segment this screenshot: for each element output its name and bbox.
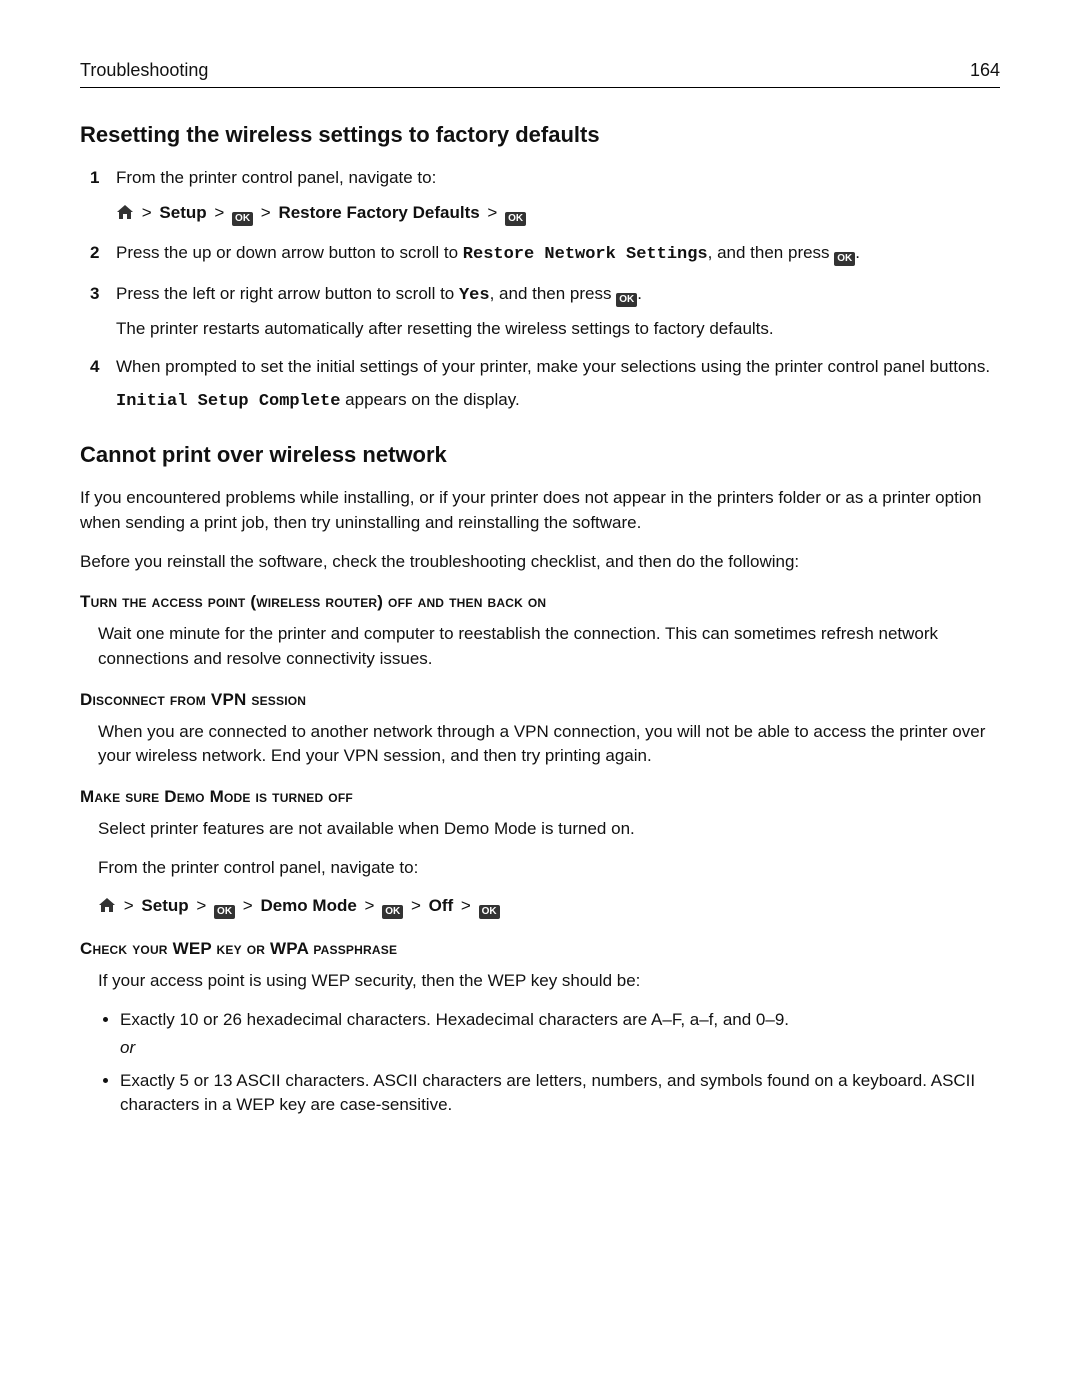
- section-heading-cannot-print: Cannot print over wireless network: [80, 442, 1000, 468]
- ok-icon: OK: [214, 905, 235, 919]
- step-4-code: Initial Setup Complete: [116, 392, 340, 411]
- ok-icon: OK: [616, 293, 637, 307]
- wep-bullet-1: Exactly 10 or 26 hexadecimal characters.…: [120, 1008, 1000, 1061]
- separator-gt: >: [458, 896, 474, 915]
- step-3b: , and then press: [490, 284, 617, 303]
- sub-heading-demo-mode: Make sure Demo Mode is turned off: [80, 787, 1000, 807]
- wep-bullet-1-text: Exactly 10 or 26 hexadecimal characters.…: [120, 1010, 789, 1029]
- home-icon: [98, 896, 116, 921]
- separator-gt: >: [362, 896, 378, 915]
- step-2b: , and then press: [708, 243, 835, 262]
- step-2a: Press the up or down arrow button to scr…: [116, 243, 463, 262]
- nav-path-2: > Setup > OK > Demo Mode > OK > Off > OK: [80, 894, 1000, 921]
- section-heading-reset: Resetting the wireless settings to facto…: [80, 122, 1000, 148]
- sec2-p1: If you encountered problems while instal…: [80, 486, 1000, 535]
- separator-gt: >: [484, 203, 500, 222]
- nav-restore: Restore Factory Defaults: [278, 203, 479, 222]
- sub-heading-wep: Check your WEP key or WPA passphrase: [80, 939, 1000, 959]
- step-3a: Press the left or right arrow button to …: [116, 284, 459, 303]
- ok-icon: OK: [505, 212, 526, 226]
- nav-setup: Setup: [141, 896, 188, 915]
- wep-or: or: [120, 1036, 1000, 1061]
- sub1-body: Wait one minute for the printer and comp…: [80, 622, 1000, 671]
- sub-heading-vpn: Disconnect from VPN session: [80, 690, 1000, 710]
- ok-icon: OK: [232, 212, 253, 226]
- step-3-code: Yes: [459, 286, 490, 305]
- step-4-after: appears on the display.: [340, 390, 519, 409]
- step-4-extra: Initial Setup Complete appears on the di…: [116, 388, 1000, 415]
- separator-gt: >: [193, 896, 209, 915]
- step-3: Press the left or right arrow button to …: [80, 282, 1000, 341]
- nav-path-1: > Setup > OK > Restore Factory Defaults …: [116, 201, 1000, 228]
- step-3-extra: The printer restarts automatically after…: [116, 317, 1000, 342]
- page-number: 164: [970, 60, 1000, 81]
- step-1: From the printer control panel, navigate…: [80, 166, 1000, 227]
- ok-icon: OK: [479, 905, 500, 919]
- manual-page: Troubleshooting 164 Resetting the wirele…: [0, 0, 1080, 1226]
- wep-bullets: Exactly 10 or 26 hexadecimal characters.…: [80, 1008, 1000, 1119]
- page-header: Troubleshooting 164: [80, 60, 1000, 88]
- ok-icon: OK: [834, 252, 855, 266]
- separator-gt: >: [139, 203, 155, 222]
- step-2: Press the up or down arrow button to scr…: [80, 241, 1000, 268]
- nav-setup: Setup: [159, 203, 206, 222]
- sec2-p2: Before you reinstall the software, check…: [80, 550, 1000, 575]
- step-4-text: When prompted to set the initial setting…: [116, 357, 990, 376]
- sub2-body: When you are connected to another networ…: [80, 720, 1000, 769]
- nav-off: Off: [429, 896, 454, 915]
- step-4: When prompted to set the initial setting…: [80, 355, 1000, 414]
- sub-heading-access-point: Turn the access point (wireless router) …: [80, 592, 1000, 612]
- separator-gt: >: [240, 896, 256, 915]
- separator-gt: >: [408, 896, 424, 915]
- sub3-body2: From the printer control panel, navigate…: [80, 856, 1000, 881]
- sub3-body: Select printer features are not availabl…: [80, 817, 1000, 842]
- sub4-body: If your access point is using WEP securi…: [80, 969, 1000, 994]
- separator-gt: >: [258, 203, 274, 222]
- home-icon: [116, 203, 134, 228]
- step-1-text: From the printer control panel, navigate…: [116, 168, 436, 187]
- wep-bullet-2: Exactly 5 or 13 ASCII characters. ASCII …: [120, 1069, 1000, 1118]
- step-2-code: Restore Network Settings: [463, 245, 708, 264]
- step-3c: .: [637, 284, 642, 303]
- ok-icon: OK: [382, 905, 403, 919]
- steps-list: From the printer control panel, navigate…: [80, 166, 1000, 414]
- nav-demo-mode: Demo Mode: [260, 896, 356, 915]
- running-section: Troubleshooting: [80, 60, 208, 81]
- separator-gt: >: [121, 896, 137, 915]
- step-2c: .: [855, 243, 860, 262]
- separator-gt: >: [211, 203, 227, 222]
